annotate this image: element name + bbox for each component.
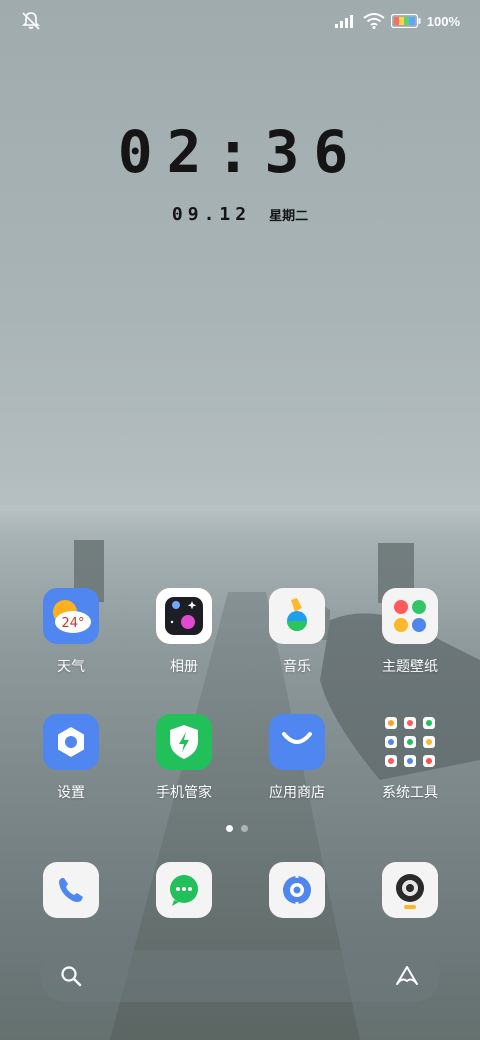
- page-dot-active[interactable]: [226, 825, 233, 832]
- music-icon: [269, 588, 325, 644]
- app-label: 应用商店: [269, 785, 325, 801]
- camera-icon: [382, 862, 438, 918]
- phone-icon: [43, 862, 99, 918]
- battery-percent: 100%: [426, 13, 460, 29]
- svg-text:24°: 24°: [61, 616, 84, 631]
- app-label: 系统工具: [382, 785, 438, 801]
- page-indicator[interactable]: [226, 825, 248, 832]
- clock-date[interactable]: 09.12 星期二: [0, 204, 480, 225]
- folder-system-tools[interactable]: 系统工具: [360, 714, 460, 802]
- weekday-text: 星期二: [269, 209, 309, 224]
- app-theme[interactable]: 主题壁纸: [360, 588, 460, 676]
- battery-icon: [390, 14, 421, 28]
- bell-off-icon: [22, 12, 40, 30]
- theme-icon: [382, 588, 438, 644]
- dock-browser[interactable]: [247, 862, 347, 918]
- weather-icon: 24°: [43, 588, 99, 644]
- app-label: 天气: [57, 659, 85, 675]
- clock-time[interactable]: 02:36: [0, 118, 480, 186]
- messages-icon: [156, 862, 212, 918]
- app-store-icon: [269, 714, 325, 770]
- app-store[interactable]: 应用商店: [247, 714, 347, 802]
- app-label: 相册: [170, 659, 198, 675]
- assistant-icon[interactable]: [394, 964, 420, 988]
- gallery-icon: [156, 588, 212, 644]
- page-dot[interactable]: [241, 825, 248, 832]
- signal-icon: [334, 15, 353, 28]
- app-label: 手机管家: [156, 785, 212, 801]
- search-icon[interactable]: [60, 965, 82, 987]
- settings-icon: [43, 714, 99, 770]
- app-phone-manager[interactable]: 手机管家: [134, 714, 234, 802]
- app-music[interactable]: 音乐: [247, 588, 347, 676]
- app-gallery[interactable]: 相册: [134, 588, 234, 676]
- app-label: 主题壁纸: [382, 659, 438, 675]
- browser-icon: [269, 862, 325, 918]
- dock-messages[interactable]: [134, 862, 234, 918]
- app-settings[interactable]: 设置: [21, 714, 121, 802]
- system-tools-folder-icon: [382, 714, 438, 770]
- app-weather[interactable]: 24° 天气: [21, 588, 121, 676]
- phone-manager-icon: [156, 714, 212, 770]
- status-bar: 100%: [0, 0, 480, 42]
- app-label: 音乐: [283, 659, 311, 675]
- dock-phone[interactable]: [21, 862, 121, 918]
- wifi-icon: [363, 13, 385, 29]
- dock-camera[interactable]: [360, 862, 460, 918]
- app-label: 设置: [57, 785, 85, 801]
- date-text: 09.12: [171, 204, 252, 225]
- search-bar[interactable]: [40, 950, 440, 1002]
